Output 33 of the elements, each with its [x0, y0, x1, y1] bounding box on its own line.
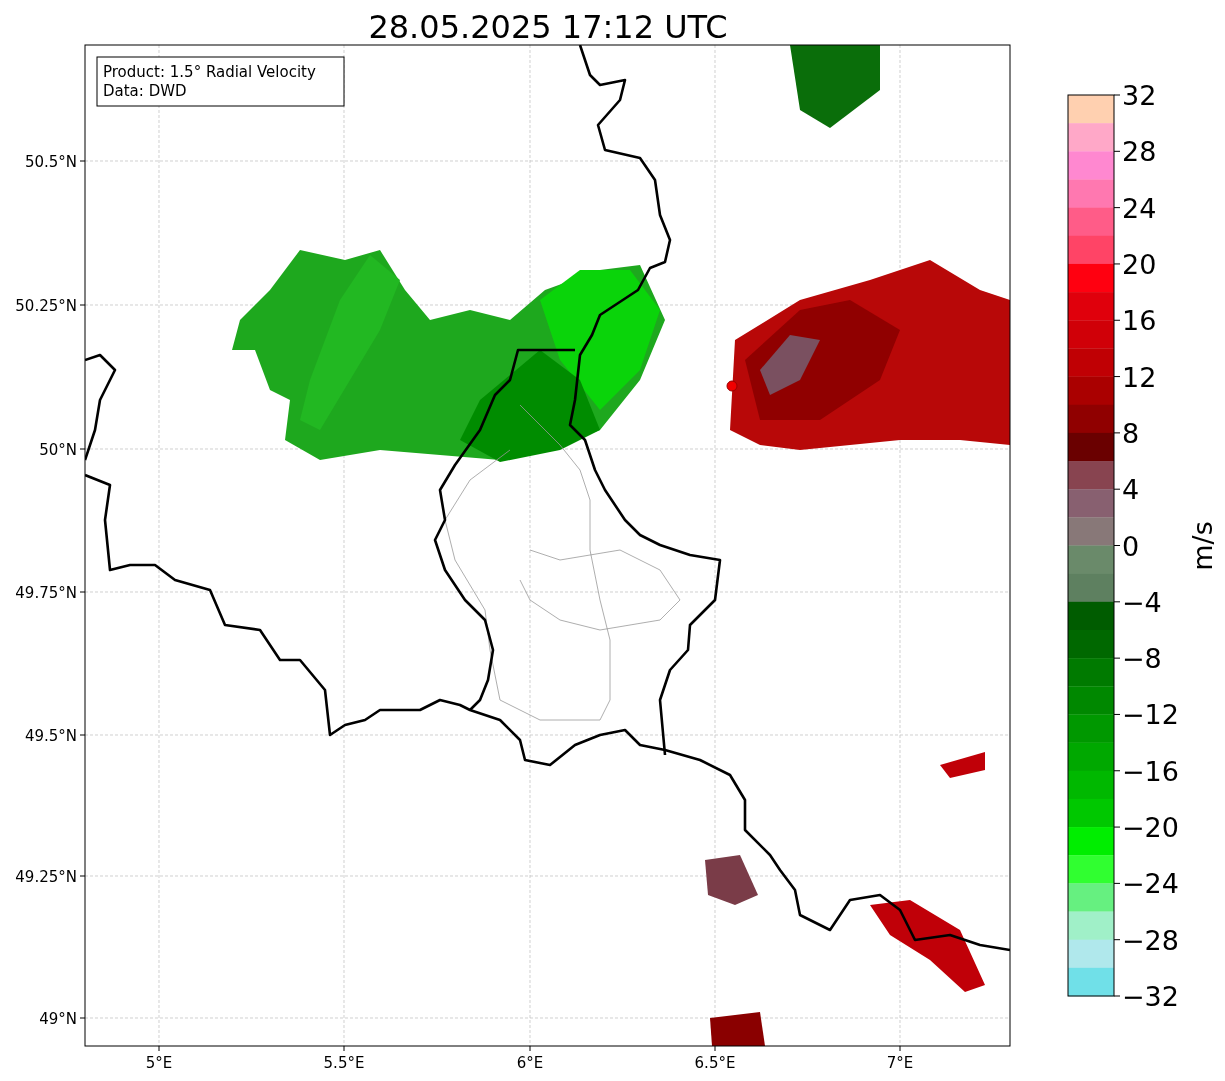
colorbar-tick-label: 32 [1122, 80, 1157, 111]
colorbar-tick-label: 12 [1122, 361, 1157, 393]
x-tick-label: 6°E [516, 1054, 544, 1072]
colorbar-tick-label: −8 [1122, 643, 1162, 675]
y-tick-label: 49.5°N [24, 727, 77, 745]
colorbar-tick-label: −20 [1122, 812, 1179, 844]
chart-title: 28.05.2025 17:12 UTC [368, 8, 728, 46]
colorbar-tick-label: 8 [1122, 417, 1140, 449]
y-tick-label: 50.5°N [24, 153, 77, 171]
colorbar-tick-label: 0 [1122, 530, 1140, 562]
colorbar-tick-label: −28 [1122, 924, 1179, 956]
colorbar-tick-label: −4 [1122, 586, 1162, 618]
colorbar-tick-label: −16 [1122, 755, 1179, 787]
y-tick-label: 49.25°N [15, 868, 77, 886]
x-tick-label: 7°E [886, 1054, 914, 1072]
y-tick-label: 50°N [39, 441, 77, 459]
colorbar-label: m/s [1187, 521, 1218, 571]
annotation-text: Data: DWD [103, 82, 187, 100]
colorbar-tick-label: 16 [1122, 305, 1157, 337]
annotation-text: Product: 1.5° Radial Velocity [103, 63, 316, 81]
y-tick-label: 49.75°N [15, 584, 77, 602]
colorbar-tick-label: 28 [1122, 136, 1157, 168]
colorbar-tick-label: −24 [1122, 868, 1179, 900]
x-tick-label: 5.5°E [323, 1054, 365, 1072]
y-tick-label: 49°N [39, 1010, 77, 1028]
colorbar-tick-label: 4 [1122, 474, 1140, 506]
x-tick-label: 5°E [145, 1054, 173, 1072]
colorbar-tick-label: 24 [1122, 192, 1157, 224]
x-tick-label: 6.5°E [694, 1054, 736, 1072]
colorbar-tick-label: −12 [1122, 699, 1179, 731]
y-tick-label: 50.25°N [15, 297, 77, 315]
colorbar-tick-label: 20 [1122, 248, 1157, 280]
colorbar-tick-label: −32 [1122, 981, 1179, 1012]
